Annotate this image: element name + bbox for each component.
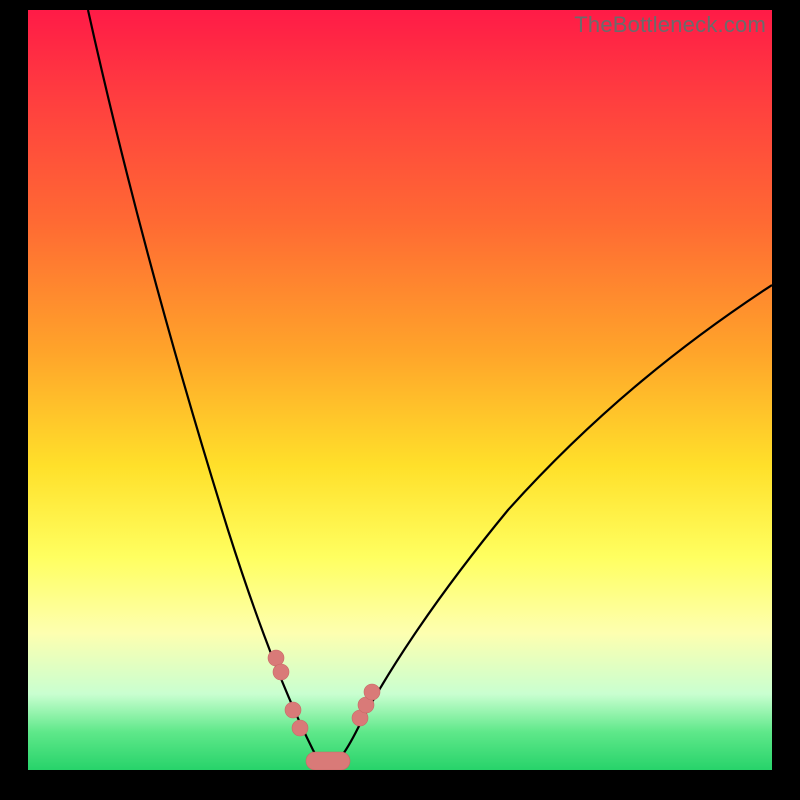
right-curve xyxy=(328,285,772,768)
chart-frame xyxy=(28,10,772,770)
marker-dot xyxy=(268,650,284,666)
marker-dot xyxy=(364,684,380,700)
marker-dot xyxy=(273,664,289,680)
chart-svg xyxy=(28,10,772,770)
watermark-text: TheBottleneck.com xyxy=(574,12,766,38)
left-curve xyxy=(88,10,328,768)
marker-dot xyxy=(285,702,301,718)
marker-dot xyxy=(292,720,308,736)
valley-bar xyxy=(306,752,350,770)
